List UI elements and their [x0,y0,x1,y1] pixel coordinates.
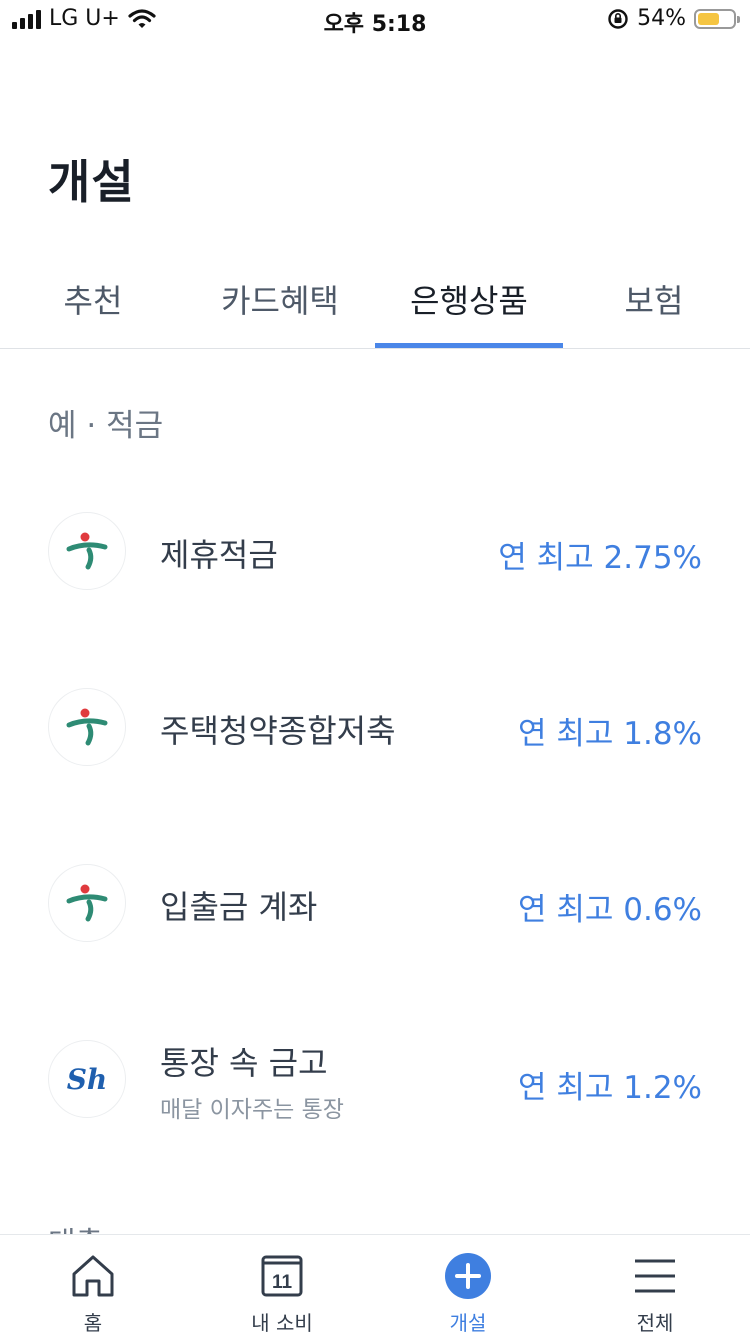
product-name: 주택청약종합저축 [160,712,396,750]
product-row[interactable]: 입출금 계좌 연 최고 0.6% [0,844,750,964]
tab-label: 은행상품 [410,282,528,320]
nav-label: 전체 [636,1311,674,1335]
rotation-lock-icon [608,8,628,29]
tab-insurance[interactable]: 보험 [594,276,714,348]
plus-circle-icon [443,1251,493,1301]
product-rate: 연 최고 1.8% [517,716,702,752]
product-row[interactable]: 주택청약종합저축 연 최고 1.8% [0,668,750,788]
nav-label: 개설 [449,1311,487,1335]
hana-bank-logo [48,864,126,942]
category-tabs: 추천 카드혜택 은행상품 보험 [0,262,750,349]
battery-percent: 54% [637,6,686,31]
product-rate: 연 최고 2.75% [498,540,702,576]
nav-open-account[interactable]: 개설 [408,1235,528,1335]
menu-icon [630,1251,680,1301]
product-name: 입출금 계좌 [160,888,318,926]
calendar-icon: 11 [257,1251,307,1301]
product-row[interactable]: 제휴적금 연 최고 2.75% [0,492,750,612]
page-title: 개설 [48,155,135,209]
tab-card-benefits[interactable]: 카드혜택 [200,276,360,348]
tab-label: 카드혜택 [221,282,339,320]
hana-bank-logo [48,512,126,590]
sh-bank-logo: Sh [48,1040,126,1118]
calendar-badge: 11 [272,1272,293,1293]
status-right: 54% [607,6,740,31]
nav-label: 내 소비 [251,1311,313,1335]
nav-my-spending[interactable]: 11 내 소비 [222,1235,342,1335]
tab-label: 추천 [63,282,123,320]
product-rate: 연 최고 1.2% [517,1070,702,1106]
product-rate: 연 최고 0.6% [517,892,702,928]
product-name: 제휴적금 [160,536,278,574]
home-icon [68,1251,118,1301]
product-subtitle: 매달 이자주는 통장 [160,1097,344,1123]
battery-icon [694,8,740,29]
status-bar: LG U+ 오후 5:18 54% [0,0,750,40]
product-name: 통장 속 금고 [160,1044,328,1082]
product-row[interactable]: Sh 통장 속 금고 매달 이자주는 통장 연 최고 1.2% [0,1020,750,1140]
nav-all[interactable]: 전체 [595,1235,715,1335]
section-header-savings: 예 · 적금 [48,408,164,444]
nav-label: 홈 [83,1311,103,1335]
svg-text:Sh: Sh [67,1063,108,1096]
tab-label: 보험 [624,282,684,320]
bottom-nav: 홈 11 내 소비 개설 전체 [0,1234,750,1335]
battery-fill [698,12,719,25]
nav-home[interactable]: 홈 [33,1235,153,1335]
hana-bank-logo [48,688,126,766]
tab-recommend[interactable]: 추천 [30,276,156,348]
tab-bank-products[interactable]: 은행상품 [375,276,563,348]
